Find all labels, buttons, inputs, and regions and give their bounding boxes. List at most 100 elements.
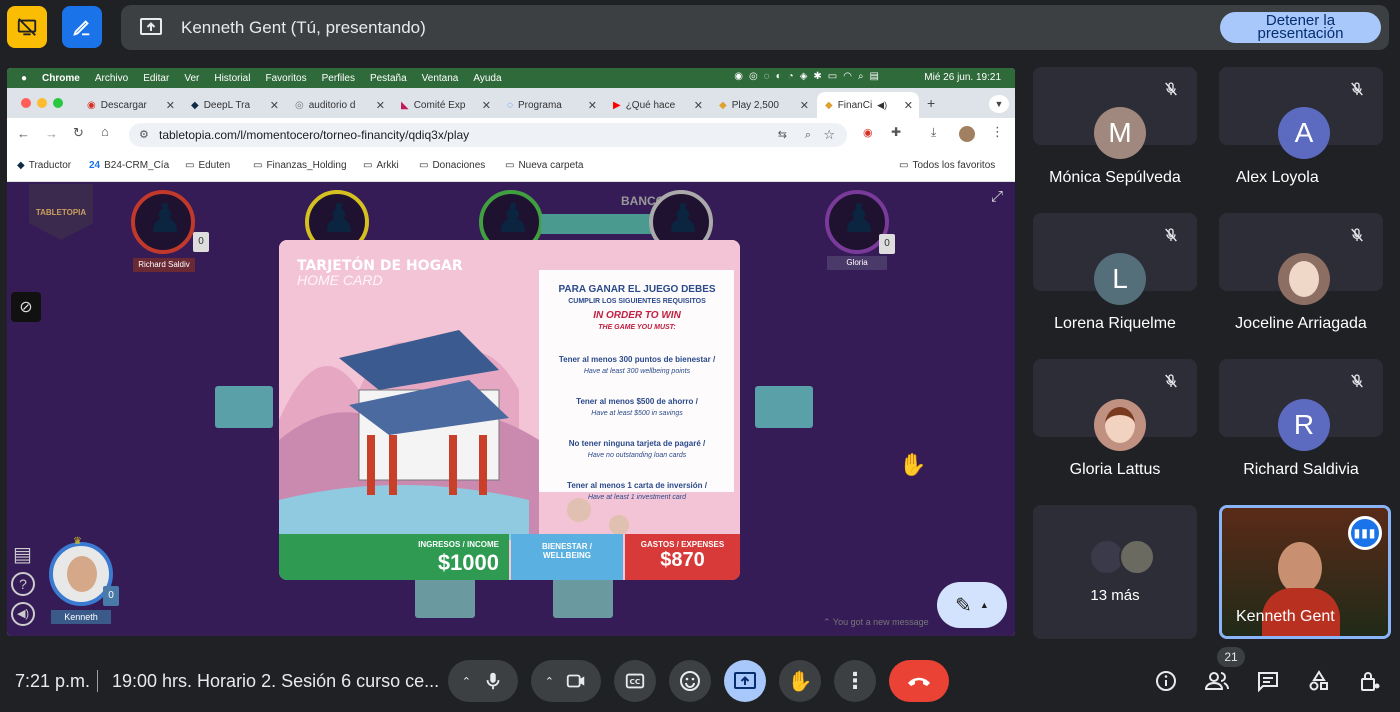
more-options-button[interactable]: ⋮ — [834, 660, 876, 702]
browser-tab[interactable]: ◆ Play 2,500 ✕ — [711, 92, 815, 118]
avatar: M — [1094, 107, 1146, 159]
camera-button[interactable]: ⌃ — [531, 660, 601, 702]
tab-favicon-icon: ◎ — [295, 99, 304, 111]
board-card[interactable] — [755, 386, 813, 428]
menu-archivo[interactable]: Archivo — [95, 73, 128, 84]
menu-perfiles[interactable]: Perfiles — [322, 73, 355, 84]
bookmark-item[interactable]: ▭ Donaciones — [419, 160, 485, 171]
help-icon[interactable]: ? — [11, 572, 35, 596]
url-input[interactable]: ⚙ tabletopia.com/l/momentocero/torneo-fi… — [129, 123, 847, 147]
menu-pestana[interactable]: Pestaña — [370, 73, 407, 84]
extensions-puzzle-icon[interactable]: ✚ — [891, 125, 901, 139]
participants-count-badge: 21 — [1217, 647, 1245, 667]
bookmark-star-icon[interactable]: ☆ — [823, 123, 835, 147]
new-tab-icon[interactable]: + — [927, 95, 935, 111]
present-now-button[interactable] — [724, 660, 766, 702]
browser-tab[interactable]: ◆ DeepL Tra ✕ — [183, 92, 285, 118]
close-tab-icon[interactable]: ✕ — [376, 99, 385, 112]
translate-icon[interactable]: ⇆ — [778, 123, 787, 147]
hang-up-icon — [908, 677, 930, 686]
menu-ayuda[interactable]: Ayuda — [473, 73, 501, 84]
maximize-window-icon[interactable] — [53, 98, 63, 108]
chat-toast[interactable]: ⌃ You got a new message — [817, 612, 949, 632]
close-tab-icon[interactable]: ✕ — [694, 99, 703, 112]
participant-tile[interactable]: R Richard Saldivia — [1219, 359, 1383, 478]
tab-search-icon[interactable]: ▼ — [989, 95, 1009, 113]
close-tab-icon[interactable]: ✕ — [588, 99, 597, 112]
browser-tab[interactable]: ▶ ¿Qué hace ✕ — [605, 92, 709, 118]
chevron-up-icon[interactable]: ⌃ — [545, 675, 554, 688]
bookmark-item[interactable]: ▭ Eduten — [185, 160, 230, 171]
bookmark-item[interactable]: 24 B24-CRM_Cía — [89, 160, 169, 171]
minimize-window-icon[interactable] — [37, 98, 47, 108]
site-info-icon[interactable]: ⚙ — [139, 123, 149, 147]
bookmark-item[interactable]: ◆ Traductor — [17, 160, 71, 171]
close-window-icon[interactable] — [21, 98, 31, 108]
rules-icon[interactable]: ▤ — [13, 542, 32, 567]
browser-tab[interactable]: ◣ Comité Exp ✕ — [393, 92, 497, 118]
microphone-button[interactable]: ⌃ — [448, 660, 518, 702]
player-seat-richard[interactable]: ♟ 0 — [131, 190, 209, 254]
menu-historial[interactable]: Historial — [214, 73, 250, 84]
participant-tile[interactable]: A Alex Loyola — [1219, 67, 1383, 186]
host-controls-button[interactable] — [1355, 666, 1385, 696]
avatar-photo — [1119, 539, 1155, 575]
people-button[interactable] — [1202, 666, 1232, 696]
captions-button[interactable]: CC — [614, 660, 656, 702]
more-participants-tile[interactable]: 13 más — [1033, 505, 1197, 639]
self-video-tile[interactable]: ▮▮▮ Kenneth Gent — [1219, 505, 1391, 639]
chat-button[interactable] — [1253, 666, 1283, 696]
extension-icon[interactable]: ◉ — [863, 126, 873, 139]
profile-avatar-icon[interactable] — [959, 126, 975, 142]
hide-presentation-button[interactable] — [7, 6, 47, 48]
close-tab-icon[interactable]: ✕ — [166, 99, 175, 112]
raise-hand-button[interactable]: ✋ — [779, 660, 821, 702]
participant-tile[interactable]: Gloria Lattus — [1033, 359, 1197, 478]
leave-call-button[interactable] — [889, 660, 949, 702]
menu-ver[interactable]: Ver — [184, 73, 199, 84]
browser-tab[interactable]: ◌ Programa ✕ — [499, 92, 603, 118]
board-card[interactable] — [215, 386, 273, 428]
hide-icon[interactable]: ⊘ — [11, 292, 41, 322]
download-icon[interactable]: ⤓ — [931, 125, 936, 140]
participant-tile[interactable]: L Lorena Riquelme — [1033, 213, 1197, 332]
sound-icon[interactable]: ◀) — [11, 602, 35, 626]
browser-tab-active[interactable]: ◆ FinanCi ◀) ✕ — [817, 92, 919, 118]
participant-tile[interactable]: Joceline Arriagada — [1219, 213, 1383, 332]
menu-chrome[interactable]: Chrome — [42, 73, 80, 84]
menu-editar[interactable]: Editar — [143, 73, 169, 84]
more-menu-icon[interactable]: ⋮ — [991, 124, 1004, 140]
board-card[interactable] — [553, 578, 613, 618]
close-tab-icon[interactable]: ✕ — [904, 99, 913, 112]
chevron-up-icon[interactable]: ⌃ — [462, 675, 471, 688]
browser-tab[interactable]: ◉ Descargar ✕ — [79, 92, 181, 118]
reactions-button[interactable] — [669, 660, 711, 702]
bookmark-label: Traductor — [28, 160, 72, 171]
activities-button[interactable] — [1304, 666, 1334, 696]
all-bookmarks[interactable]: ▭ Todos los favoritos — [899, 160, 995, 171]
menu-ventana[interactable]: Ventana — [422, 73, 459, 84]
meeting-details-button[interactable] — [1151, 666, 1181, 696]
participant-tile[interactable]: M Mónica Sepúlveda — [1033, 67, 1197, 186]
close-tab-icon[interactable]: ✕ — [482, 99, 491, 112]
home-card[interactable]: TARJETÓN DE HOGAR HOME CARD PARA GANAR E… — [279, 240, 740, 580]
participant-name: Lorena Riquelme — [1054, 315, 1176, 332]
browser-tab[interactable]: ◎ auditorio d ✕ — [287, 92, 391, 118]
menu-favoritos[interactable]: Favoritos — [265, 73, 306, 84]
home-icon[interactable]: ⌂ — [101, 124, 109, 139]
zoom-icon[interactable]: ⌕ — [805, 123, 811, 147]
bookmark-item[interactable]: ▭ Finanzas_Holding — [253, 160, 347, 171]
close-tab-icon[interactable]: ✕ — [800, 99, 809, 112]
bookmark-item[interactable]: ▭ Arkki — [363, 160, 399, 171]
board-card[interactable] — [415, 578, 475, 618]
back-icon[interactable]: ← — [17, 126, 30, 141]
win-subheading: CUMPLIR LOS SIGUIENTES REQUISITOS — [568, 298, 706, 305]
annotate-button[interactable] — [62, 6, 102, 48]
stop-presenting-button[interactable]: Detener la presentación — [1220, 12, 1381, 43]
player-seat-gloria[interactable]: ♟ 0 — [825, 190, 895, 254]
close-tab-icon[interactable]: ✕ — [270, 99, 279, 112]
forward-icon[interactable]: → — [45, 126, 58, 141]
fullscreen-icon[interactable]: ⤢ — [991, 188, 1003, 205]
bookmark-item[interactable]: ▭ Nueva carpeta — [505, 160, 584, 171]
reload-icon[interactable]: ↻ — [73, 125, 84, 141]
